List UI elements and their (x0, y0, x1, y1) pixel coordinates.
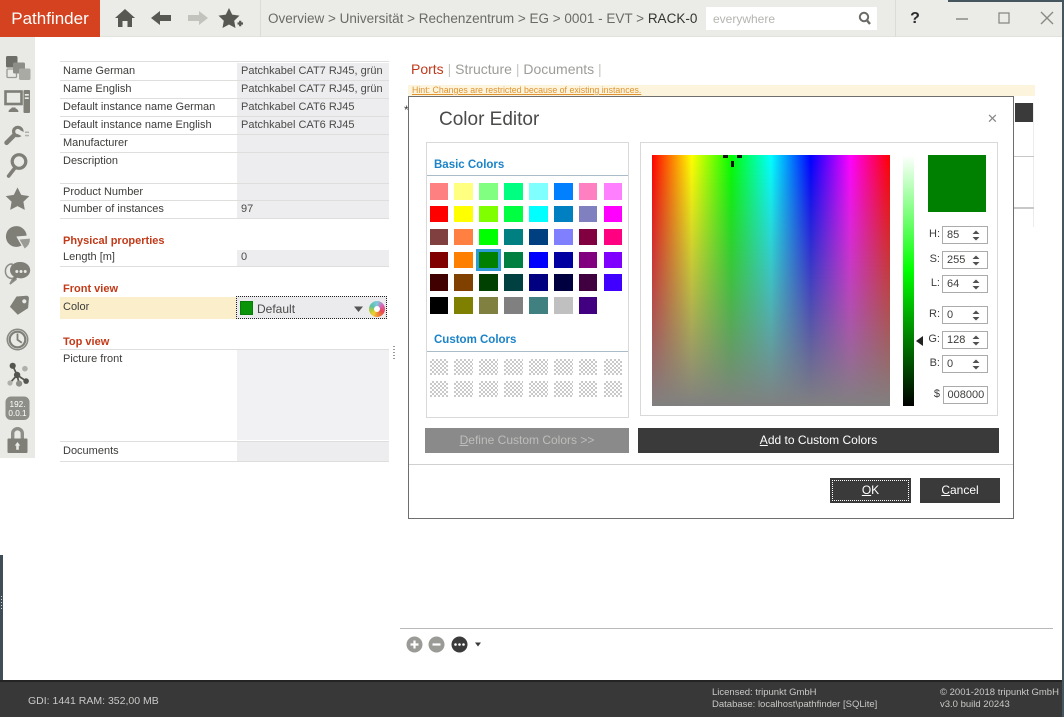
svg-text:192.: 192. (10, 400, 26, 409)
svg-text:0.0.1: 0.0.1 (8, 409, 27, 418)
